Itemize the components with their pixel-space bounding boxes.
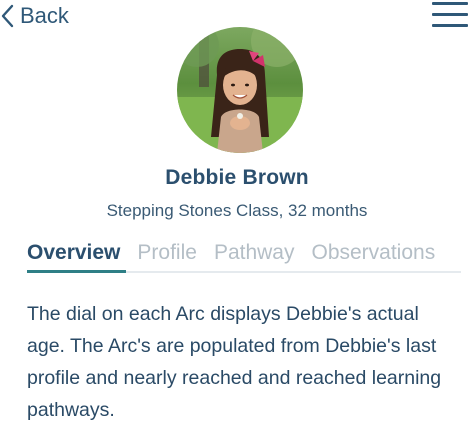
back-label: Back [20, 3, 69, 28]
child-name: Debbie Brown [165, 166, 309, 189]
tab-observations[interactable]: Observations [311, 239, 435, 275]
hamburger-menu-icon [432, 2, 468, 5]
overview-description: The dial on each Arc displays Debbie's a… [27, 303, 442, 421]
active-tab-indicator [27, 270, 126, 273]
hamburger-line [432, 13, 468, 16]
chevron-left-icon [0, 4, 14, 28]
child-class-info: Stepping Stones Class, 32 months [106, 201, 368, 220]
hamburger-line [432, 24, 468, 27]
tab-profile[interactable]: Profile [137, 239, 197, 275]
avatar [177, 27, 303, 153]
child-overview-screen: Back Debbie Brown Stepping Stones Class,… [0, 0, 474, 424]
tab-pathway[interactable]: Pathway [214, 239, 295, 275]
back-button[interactable]: Back [0, 2, 69, 30]
menu-button[interactable] [432, 2, 470, 28]
